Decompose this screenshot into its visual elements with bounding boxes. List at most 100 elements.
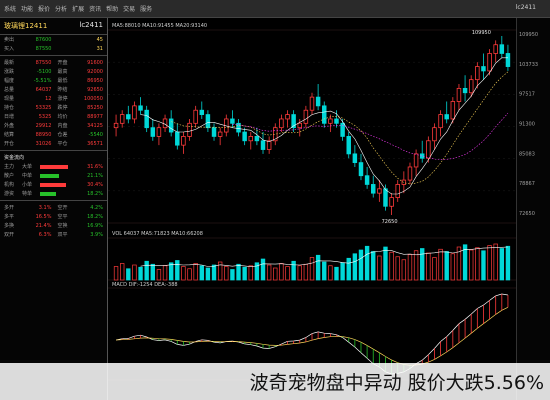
- candle-body: [175, 131, 180, 146]
- volume-bar: [407, 254, 413, 281]
- quote-label: 昨结: [57, 87, 68, 93]
- volume-bar: [432, 257, 437, 281]
- menu-item-2[interactable]: 报价: [38, 4, 50, 13]
- price-tick: 97517: [519, 92, 535, 98]
- quote-row: 幅度 -5.51% 最低 86950: [0, 76, 107, 85]
- flow-label: 主力: [4, 164, 15, 170]
- position-row: 多开 3.1% 空开 4.2%: [0, 203, 107, 212]
- price-tick: 91300: [519, 122, 535, 128]
- volume-bar: [322, 261, 327, 281]
- volume-bar: [346, 257, 351, 281]
- quote-row: 外盘 29912 内盘 34125: [0, 121, 107, 130]
- flow-pct: 18.2%: [87, 190, 103, 197]
- high-label: 109950: [472, 30, 491, 36]
- candle-body: [438, 114, 443, 129]
- quote-row: 涨跌 -5100 最高 92000: [0, 67, 107, 76]
- candle-body: [205, 114, 211, 129]
- volume-bar: [260, 258, 266, 281]
- candle-body: [432, 127, 437, 142]
- position-label: 双平: [57, 232, 68, 238]
- volume-bar: [426, 252, 431, 281]
- menu-item-3[interactable]: 分析: [55, 4, 67, 13]
- volume-bar: [230, 269, 235, 281]
- candle-body: [444, 114, 449, 120]
- candle-body: [199, 109, 205, 115]
- quote-value: 86950: [87, 77, 103, 84]
- volume-bar: [266, 264, 272, 281]
- candle-body: [279, 118, 284, 129]
- volume-bar: [377, 255, 382, 281]
- candle-body: [364, 175, 370, 185]
- quote-header: 玻璃锂12411 lc2411: [0, 18, 107, 35]
- menu-item-4[interactable]: 扩展: [72, 4, 84, 13]
- candle-body: [309, 96, 315, 111]
- position-value: 18.2%: [87, 213, 103, 220]
- low-label: 72650: [382, 219, 398, 225]
- menu-bar: 系统 功能 报价 分析 扩展 资讯 帮助 交易 服务 lc2411: [0, 0, 550, 18]
- volume-bar: [505, 245, 511, 281]
- candle-body: [475, 66, 480, 81]
- candle-body: [266, 140, 272, 150]
- quote-label: 日增: [4, 114, 15, 120]
- quote-label: 平仓: [57, 141, 68, 147]
- position-table: 多开 3.1% 空开 4.2% 多平 16.5% 空平 18.2% 多换 21.4%…: [0, 203, 107, 239]
- volume-bar: [138, 266, 143, 281]
- chart-area[interactable]: MA5:88010 MA10:91455 MA20:93140 VOL 64037…: [108, 18, 516, 400]
- volume-bar: [211, 264, 217, 281]
- volume-bar: [340, 262, 345, 281]
- quote-value: 91600: [87, 59, 103, 66]
- volume-bar: [285, 266, 290, 281]
- volume-bar: [352, 253, 358, 281]
- volume-bar: [487, 245, 492, 281]
- quote-value: 88950: [35, 131, 52, 138]
- volume-bar: [224, 266, 229, 281]
- position-value: 3.1%: [38, 204, 52, 211]
- main-indicator-title: MA5:88010 MA10:91455 MA20:93140: [112, 23, 207, 29]
- candle-body: [113, 122, 119, 129]
- menu-item-1[interactable]: 功能: [21, 4, 33, 13]
- kline-chart[interactable]: MA5:88010 MA10:91455 MA20:93140 VOL 64037…: [108, 18, 516, 400]
- candle-body: [370, 184, 376, 194]
- volume-bar: [187, 268, 192, 281]
- volume-bar: [475, 247, 480, 281]
- candle-body: [193, 109, 198, 124]
- quote-value: 88977: [87, 113, 103, 120]
- sell-label: 卖出: [4, 37, 15, 43]
- volume-bar: [113, 266, 119, 281]
- menu-item-0[interactable]: 系统: [4, 4, 16, 13]
- volume-bar: [199, 265, 204, 281]
- quote-label: 持仓: [4, 105, 15, 111]
- volume-bar: [119, 263, 125, 281]
- menu-item-7[interactable]: 交易: [123, 4, 135, 13]
- candle-body: [297, 122, 302, 129]
- buy-qty: 31: [96, 45, 103, 52]
- candle-body: [144, 109, 149, 129]
- candle-body: [401, 179, 407, 185]
- position-value: 16.9%: [87, 222, 103, 229]
- volume-bar: [413, 250, 419, 281]
- position-value: 4.2%: [90, 204, 103, 211]
- flow-bar: [40, 165, 68, 169]
- sell-price: 87600: [35, 36, 52, 43]
- flow-type: 中单: [22, 173, 33, 179]
- quote-label: 结算: [4, 132, 15, 138]
- volume-bar: [328, 265, 333, 281]
- position-label: 双开: [4, 232, 15, 238]
- menu-item-6[interactable]: 帮助: [106, 4, 118, 13]
- candle-body: [493, 44, 498, 54]
- quote-value: 34125: [87, 122, 103, 129]
- menu-item-5[interactable]: 资讯: [89, 4, 101, 13]
- quote-label: 开仓: [4, 141, 15, 147]
- position-value: 6.3%: [38, 231, 52, 238]
- quote-row: 开仓 31026 平仓 36571: [0, 139, 107, 148]
- quote-label: 最高: [57, 69, 68, 75]
- sell-qty: 45: [96, 36, 103, 43]
- menu-item-8[interactable]: 服务: [140, 4, 152, 13]
- quote-label: 均价: [57, 114, 68, 120]
- volume-bar: [156, 269, 162, 281]
- volume-bar: [205, 267, 211, 281]
- flow-pct: 30.4%: [87, 181, 103, 188]
- position-row: 多平 16.5% 空平 18.2%: [0, 212, 107, 221]
- candle-body: [505, 53, 511, 67]
- candle-body: [315, 96, 321, 107]
